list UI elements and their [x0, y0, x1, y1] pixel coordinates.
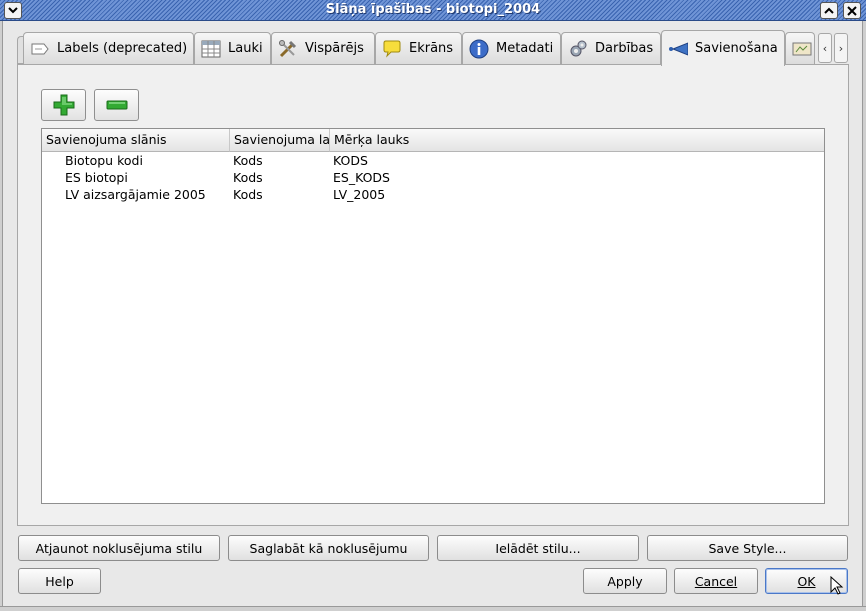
window-frame-right [862, 21, 866, 611]
help-button[interactable]: Help [18, 568, 101, 594]
window-frame-bottom [0, 606, 866, 611]
join-layer-cell: ES biotopi [65, 170, 128, 185]
window-menu-button[interactable] [4, 2, 22, 19]
chevron-left-icon: ‹ [822, 41, 828, 55]
join-field-cell: Kods [233, 153, 263, 168]
tab-general[interactable]: Vispārējs [271, 32, 375, 64]
tab-joins[interactable]: Savienošana [661, 30, 785, 66]
table-row[interactable]: LV aizsargājamie 2005 Kods LV_2005 [42, 186, 824, 203]
table-row[interactable]: ES biotopi Kods ES_KODS [42, 169, 824, 186]
save-as-default-button[interactable]: Saglabāt kā noklusējumu [228, 535, 429, 561]
join-field-cell: Kods [233, 187, 263, 202]
apply-button[interactable]: Apply [583, 568, 667, 594]
tab-label: Labels (deprecated) [57, 41, 188, 56]
target-field-cell: ES_KODS [333, 170, 390, 185]
join-layer-cell: LV aizsargājamie 2005 [65, 187, 206, 202]
table-icon [201, 39, 221, 59]
tab-display[interactable]: Ekrāns [375, 32, 462, 64]
tools-icon [278, 39, 298, 59]
close-button[interactable] [843, 2, 861, 19]
tab-fields[interactable]: Lauki [194, 32, 271, 64]
tab-label: Lauki [228, 41, 263, 56]
joins-table[interactable]: Savienojuma slānis Savienojuma lauks Mēr… [41, 128, 825, 504]
column-header-join-field[interactable]: Savienojuma lauks [230, 129, 330, 152]
chevron-down-icon [8, 7, 18, 14]
join-field-cell: Kods [233, 170, 263, 185]
remove-join-button[interactable] [94, 89, 139, 121]
target-field-cell: LV_2005 [333, 187, 386, 202]
tab-overflow[interactable] [785, 32, 815, 64]
restore-default-style-button[interactable]: Atjaunot noklusējuma stilu [18, 535, 220, 561]
window-frame-left [0, 21, 3, 611]
chevron-right-icon: › [838, 41, 844, 55]
info-icon [469, 39, 489, 59]
save-style-button[interactable]: Save Style... [647, 535, 848, 561]
tab-label: Darbības [595, 41, 654, 56]
cancel-button[interactable]: Cancel [674, 568, 758, 594]
title-bar: Slāņa īpašības - biotopi_2004 [0, 0, 866, 21]
tab-label: Vispārējs [305, 41, 364, 56]
join-layer-cell: Biotopu kodi [65, 153, 143, 168]
plus-icon [53, 94, 74, 116]
tab-label: Ekrāns [409, 41, 454, 56]
tab-label: Savienošana [695, 41, 778, 56]
column-header-join-layer[interactable]: Savienojuma slānis [42, 129, 230, 152]
mouse-cursor-icon [830, 575, 844, 599]
labels-icon [30, 39, 50, 59]
column-header-target-field[interactable]: Mērķa lauks [330, 129, 824, 152]
minus-icon [106, 100, 127, 110]
tab-label: Metadati [496, 41, 554, 56]
add-join-button[interactable] [41, 89, 86, 121]
window-title: Slāņa īpašības - biotopi_2004 [325, 2, 541, 17]
tab-labels[interactable]: Labels (deprecated) [23, 32, 194, 64]
tab-metadata[interactable]: Metadati [462, 32, 561, 64]
chevron-up-icon [824, 7, 834, 14]
tab-scroll-right-button[interactable]: › [834, 33, 848, 63]
gears-icon [568, 39, 588, 59]
table-row[interactable]: Biotopu kodi Kods KODS [42, 152, 824, 169]
load-style-button[interactable]: Ielādēt stilu... [437, 535, 639, 561]
maximize-button[interactable] [820, 2, 838, 19]
close-icon [847, 5, 857, 16]
tab-scroll-left-button[interactable]: ‹ [818, 33, 832, 63]
speech-bubble-icon [382, 39, 402, 59]
tab-actions[interactable]: Darbības [561, 32, 661, 64]
join-icon [668, 39, 688, 59]
map-icon [792, 39, 812, 59]
target-field-cell: KODS [333, 153, 368, 168]
